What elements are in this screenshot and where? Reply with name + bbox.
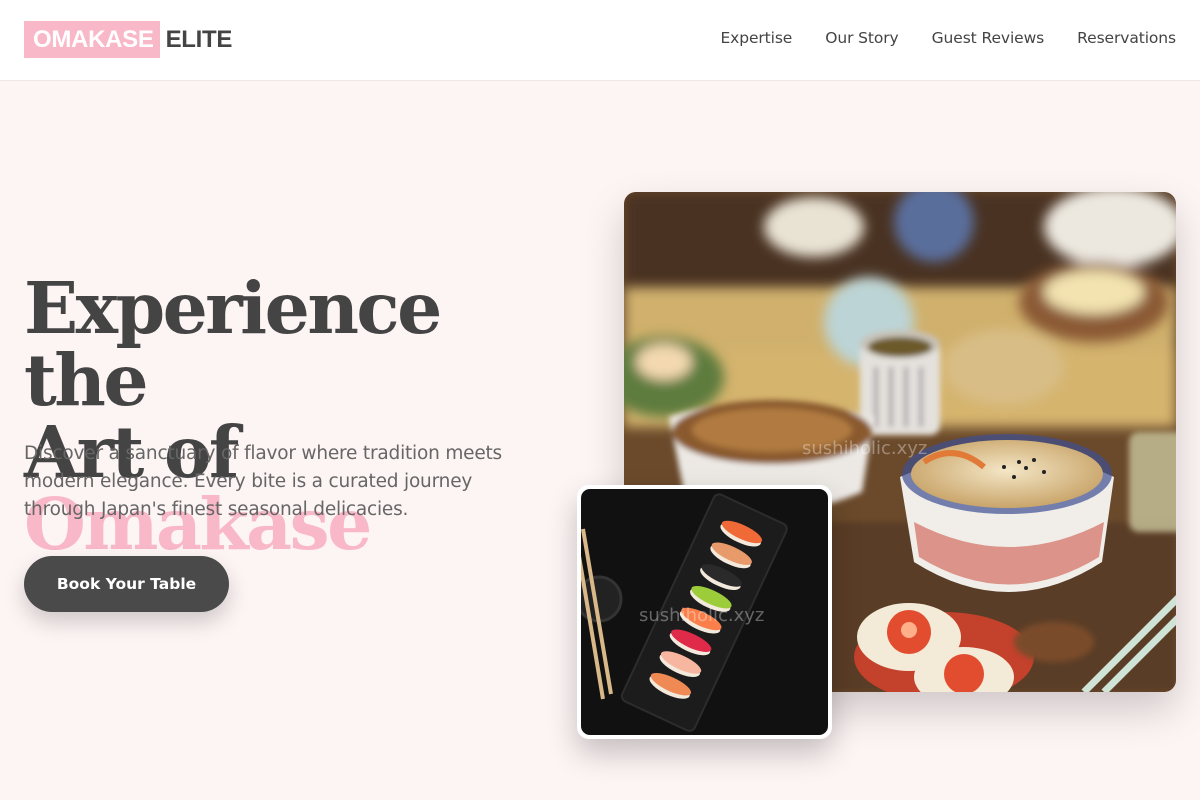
sushi-photo: sushiholic.xyz bbox=[581, 489, 828, 735]
hero-subtitle: Discover a sanctuary of flavor where tra… bbox=[24, 443, 502, 520]
site-header: OMAKASE ELITE Expertise Our Story Guest … bbox=[0, 0, 1200, 81]
logo-highlight: OMAKASE bbox=[24, 21, 160, 58]
book-table-button[interactable]: Book Your Table bbox=[24, 556, 229, 612]
nav-our-story[interactable]: Our Story bbox=[825, 29, 898, 47]
nav-guest-reviews[interactable]: Guest Reviews bbox=[932, 29, 1045, 47]
logo-text: ELITE bbox=[165, 25, 233, 53]
brand-logo[interactable]: OMAKASE ELITE bbox=[24, 21, 232, 58]
sushi-photo-watermark: sushiholic.xyz bbox=[639, 605, 764, 626]
sushi-photo-card: sushiholic.xyz bbox=[577, 485, 832, 739]
nav-reservations[interactable]: Reservations bbox=[1077, 29, 1176, 47]
main-photo-watermark: sushiholic.xyz bbox=[802, 438, 927, 459]
nav-expertise[interactable]: Expertise bbox=[720, 29, 792, 47]
hero-title-line1: Experience the bbox=[24, 266, 442, 422]
main-nav: Expertise Our Story Guest Reviews Reserv… bbox=[720, 29, 1176, 47]
